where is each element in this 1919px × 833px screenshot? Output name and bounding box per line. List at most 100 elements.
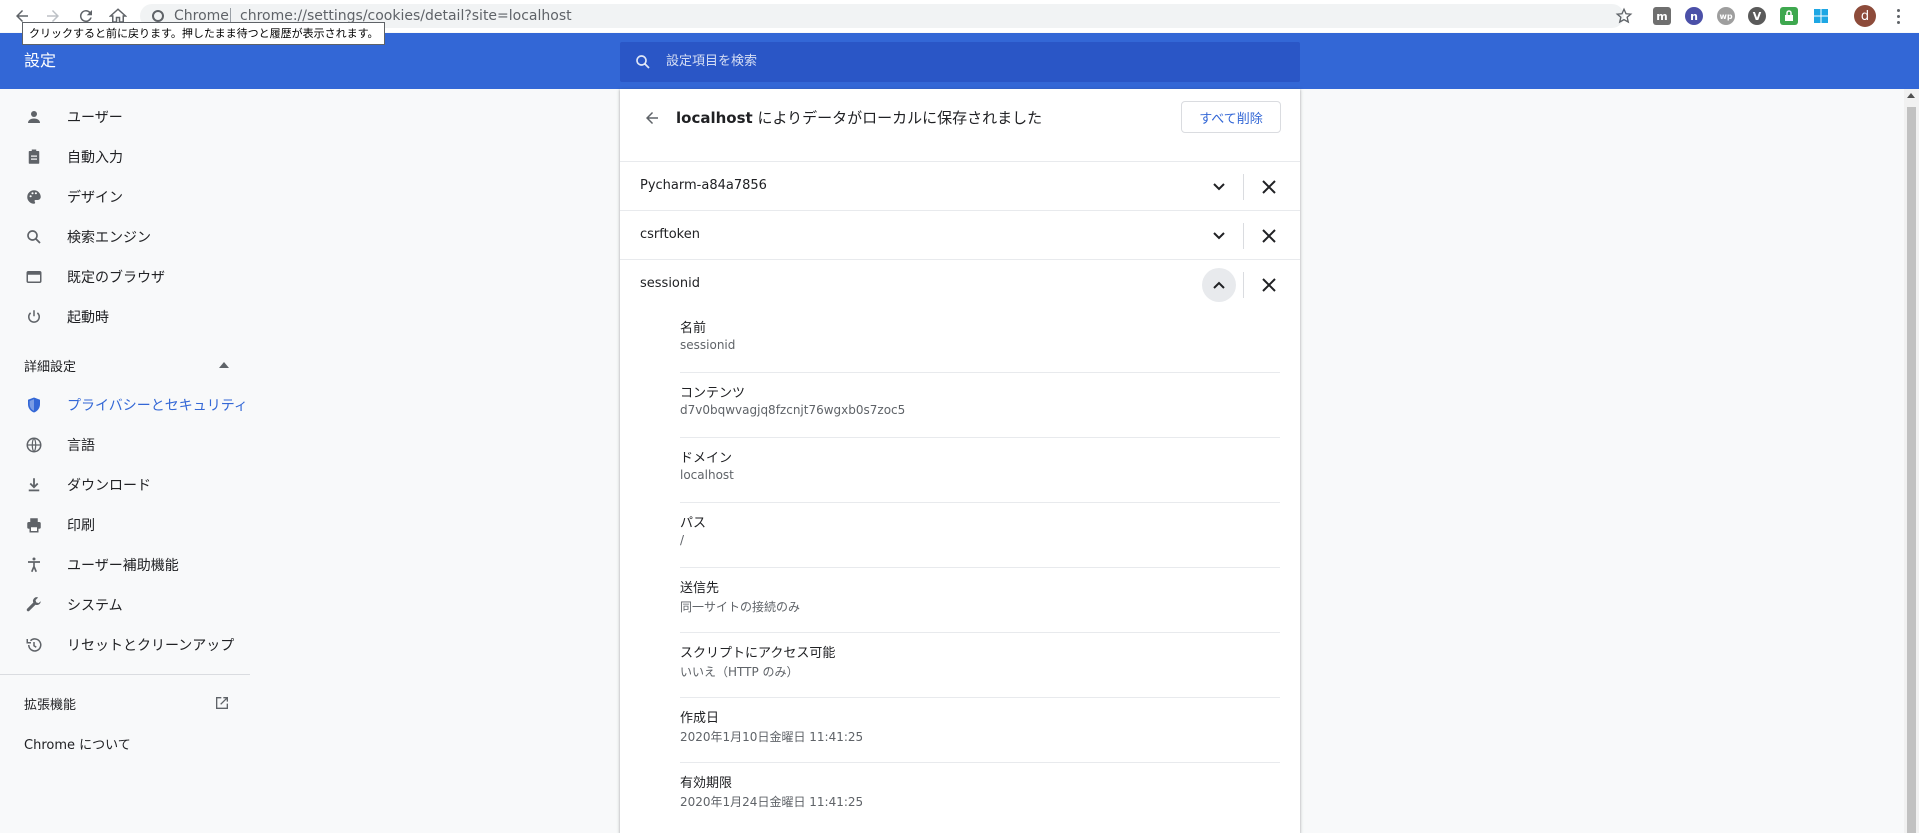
sidebar-item-startup[interactable]: 起動時 bbox=[0, 297, 250, 337]
sidebar-item-label: 既定のブラウザ bbox=[67, 270, 165, 286]
sidebar-item-default-browser[interactable]: 既定のブラウザ bbox=[0, 257, 250, 297]
browser-menu-icon[interactable] bbox=[1890, 4, 1906, 28]
collapse-button[interactable] bbox=[1202, 268, 1236, 302]
detail-value: / bbox=[680, 533, 685, 547]
sidebar-item-reset[interactable]: リセットとクリーンアップ bbox=[0, 625, 250, 665]
remove-all-button[interactable]: すべて削除 bbox=[1181, 101, 1281, 133]
page-scrollbar[interactable] bbox=[1904, 89, 1919, 833]
search-placeholder: 設定項目を検索 bbox=[666, 54, 758, 69]
detail-label: ドメイン bbox=[680, 451, 733, 466]
sidebar-item-design[interactable]: デザイン bbox=[0, 177, 250, 217]
detail-domain: ドメイン localhost bbox=[680, 438, 1280, 503]
sidebar-item-label: 印刷 bbox=[67, 518, 95, 534]
remove-cookie-button[interactable] bbox=[1256, 174, 1282, 200]
detail-value: 2020年1月10日金曜日 11:41:25 bbox=[680, 730, 864, 744]
sidebar-item-print[interactable]: 印刷 bbox=[0, 505, 250, 545]
sidebar-item-label: システム bbox=[67, 598, 123, 614]
search-icon bbox=[636, 55, 650, 69]
palette-icon bbox=[24, 187, 44, 207]
sidebar-item-extensions[interactable]: 拡張機能 bbox=[0, 683, 250, 723]
lock-icon bbox=[1785, 10, 1793, 21]
detail-value: 同一サイトの接続のみ bbox=[680, 600, 801, 614]
cookie-name: Pycharm-a84a7856 bbox=[640, 178, 767, 193]
chevron-up-icon bbox=[1213, 281, 1225, 289]
external-link-icon bbox=[216, 697, 228, 709]
detail-script-access: スクリプトにアクセス可能 いいえ（HTTP のみ） bbox=[680, 633, 1280, 698]
detail-value: いいえ（HTTP のみ） bbox=[680, 665, 799, 679]
detail-label: 作成日 bbox=[680, 711, 720, 726]
sidebar-item-accessibility[interactable]: ユーザー補助機能 bbox=[0, 545, 250, 585]
profile-avatar[interactable]: d bbox=[1854, 5, 1876, 27]
sidebar-item-search-engine[interactable]: 検索エンジン bbox=[0, 217, 250, 257]
detail-path: パス / bbox=[680, 503, 1280, 568]
browser-icon bbox=[24, 267, 44, 287]
sidebar-advanced-toggle[interactable]: 詳細設定 bbox=[0, 345, 250, 385]
detail-label: 名前 bbox=[680, 321, 707, 336]
cookie-name: sessionid bbox=[640, 276, 700, 291]
chevron-up-icon bbox=[219, 362, 229, 368]
power-icon bbox=[24, 307, 44, 327]
sidebar-item-label: プライバシーとセキュリティ bbox=[67, 398, 248, 414]
chevron-down-icon bbox=[1213, 232, 1225, 240]
sidebar-item-downloads[interactable]: ダウンロード bbox=[0, 465, 250, 505]
accessibility-icon bbox=[24, 555, 44, 575]
sidebar-item-about[interactable]: Chrome について bbox=[0, 723, 250, 763]
windows-icon bbox=[1814, 9, 1828, 23]
expand-button[interactable] bbox=[1202, 219, 1236, 253]
card-title: localhost によりデータがローカルに保存されました bbox=[676, 89, 1042, 147]
sidebar-item-system[interactable]: システム bbox=[0, 585, 250, 625]
row-divider bbox=[1243, 272, 1244, 298]
extension-n-icon[interactable]: n bbox=[1685, 7, 1703, 25]
card-header: localhost によりデータがローカルに保存されました すべて削除 bbox=[620, 89, 1300, 147]
person-icon bbox=[24, 107, 44, 127]
detail-label: コンテンツ bbox=[680, 386, 746, 401]
sidebar-item-label: ユーザー補助機能 bbox=[67, 558, 179, 574]
extension-v-icon[interactable]: V bbox=[1748, 7, 1766, 25]
cookie-row[interactable]: sessionid bbox=[620, 259, 1300, 308]
detail-value: localhost bbox=[680, 468, 734, 482]
extension-lock-icon[interactable] bbox=[1780, 7, 1798, 25]
advanced-heading: 詳細設定 bbox=[24, 359, 77, 375]
back-to-list-button[interactable] bbox=[640, 106, 664, 130]
remove-cookie-button[interactable] bbox=[1256, 272, 1282, 298]
bookmark-star-button[interactable] bbox=[1612, 4, 1636, 28]
cookie-row[interactable]: Pycharm-a84a7856 bbox=[620, 161, 1300, 210]
detail-content: コンテンツ d7v0bqwvagjq8fzcnjt76wgxb0s7zoc5 bbox=[680, 373, 1280, 438]
sidebar-item-label: 起動時 bbox=[67, 310, 109, 326]
remove-cookie-button[interactable] bbox=[1256, 223, 1282, 249]
extension-windows-icon[interactable] bbox=[1812, 7, 1830, 25]
close-icon bbox=[1262, 278, 1276, 292]
cookie-name: csrftoken bbox=[640, 227, 700, 242]
chevron-down-icon bbox=[1213, 183, 1225, 191]
cookie-detail-card: localhost によりデータがローカルに保存されました すべて削除 Pych… bbox=[620, 89, 1300, 833]
detail-label: パス bbox=[680, 516, 707, 531]
detail-value: d7v0bqwvagjq8fzcnjt76wgxb0s7zoc5 bbox=[680, 403, 906, 417]
history-icon bbox=[24, 635, 44, 655]
sidebar-item-autofill[interactable]: 自動入力 bbox=[0, 137, 250, 177]
card-title-suffix: によりデータがローカルに保存されました bbox=[752, 109, 1043, 127]
sidebar-item-label: 自動入力 bbox=[67, 150, 123, 166]
sidebar-item-label: ユーザー bbox=[67, 110, 123, 126]
sidebar-item-label: リセットとクリーンアップ bbox=[67, 638, 235, 654]
sidebar-item-privacy[interactable]: プライバシーとセキュリティ bbox=[0, 385, 250, 425]
extension-wp-icon[interactable]: wp bbox=[1717, 7, 1735, 25]
about-label: Chrome について bbox=[24, 737, 131, 753]
chrome-icon bbox=[152, 10, 164, 22]
detail-label: スクリプトにアクセス可能 bbox=[680, 646, 836, 661]
scrollbar-thumb[interactable] bbox=[1907, 107, 1916, 833]
cookie-row[interactable]: csrftoken bbox=[620, 210, 1300, 259]
sidebar-item-language[interactable]: 言語 bbox=[0, 425, 250, 465]
scroll-up-arrow-icon[interactable] bbox=[1907, 93, 1915, 98]
sidebar-item-label: 検索エンジン bbox=[67, 230, 151, 246]
sidebar-item-label: 言語 bbox=[67, 438, 95, 454]
row-divider bbox=[1243, 223, 1244, 249]
settings-search-input[interactable]: 設定項目を検索 bbox=[620, 42, 1300, 82]
detail-created: 作成日 2020年1月10日金曜日 11:41:25 bbox=[680, 698, 1280, 763]
sidebar-item-user[interactable]: ユーザー bbox=[0, 97, 250, 137]
sidebar-divider bbox=[0, 674, 250, 675]
detail-send-for: 送信先 同一サイトの接続のみ bbox=[680, 568, 1280, 633]
detail-value: 2020年1月24日金曜日 11:41:25 bbox=[680, 795, 864, 809]
expand-button[interactable] bbox=[1202, 170, 1236, 204]
extension-m-icon[interactable]: m bbox=[1653, 7, 1671, 25]
wrench-icon bbox=[24, 595, 44, 615]
